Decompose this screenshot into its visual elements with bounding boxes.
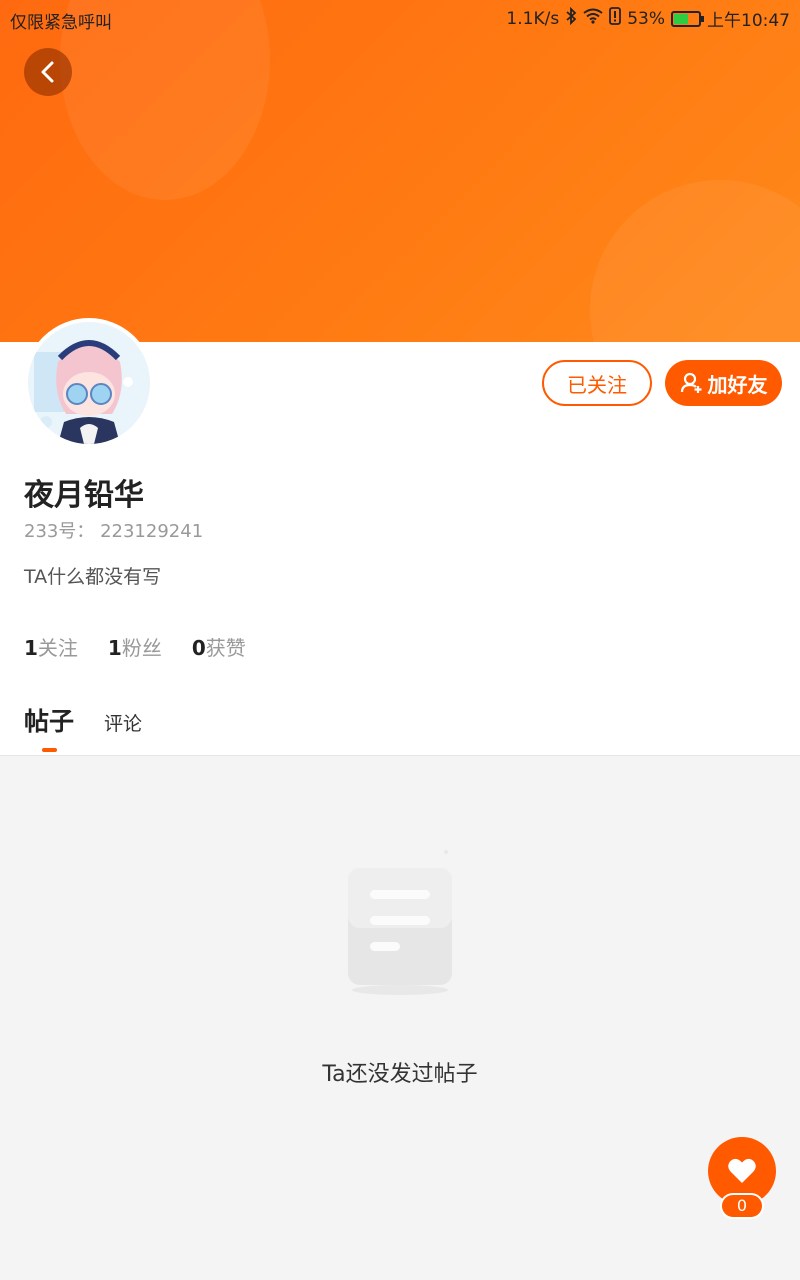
user-id: 233号： 223129241 [24, 521, 204, 542]
heart-icon [728, 1158, 756, 1183]
stat-following[interactable]: 1关注 [24, 632, 78, 661]
add-friend-button[interactable]: 加好友 [665, 360, 782, 406]
tab-indicator [42, 748, 57, 752]
bluetooth-icon [565, 6, 577, 30]
add-friend-label: 加好友 [707, 372, 768, 397]
empty-state-text: Ta还没发过帖子 [322, 1062, 478, 1087]
tab-posts-label: 帖子 [24, 707, 75, 736]
stat-number: 0 [191, 636, 206, 660]
battery-percent: 53% [627, 8, 665, 29]
username: 夜月铅华 [24, 478, 144, 513]
stat-likes[interactable]: 0获赞 [192, 632, 246, 661]
stat-number: 1 [107, 636, 122, 660]
carrier-text: 仅限紧急呼叫 [10, 13, 112, 33]
avatar[interactable] [24, 318, 154, 448]
profile-tabs: 帖子 评论 [24, 702, 142, 752]
stat-number: 1 [24, 636, 38, 660]
clock: 上午10:47 [707, 11, 790, 31]
tab-posts[interactable]: 帖子 [24, 702, 75, 752]
wifi-icon [583, 8, 603, 29]
stats-row: 1关注 1粉丝 0获赞 [24, 632, 246, 661]
network-speed: 1.1K/s [506, 8, 560, 29]
battery-icon [671, 10, 704, 27]
stat-label: 粉丝 [121, 636, 162, 660]
back-arrow-icon [41, 61, 54, 83]
stat-label: 获赞 [205, 636, 246, 660]
stat-label: 关注 [37, 636, 78, 660]
profile-header-banner [0, 0, 800, 342]
add-user-icon [680, 372, 701, 393]
user-bio: TA什么都没有写 [24, 566, 162, 588]
status-bar: 仅限紧急呼叫 1.1K/s 53% 上午10:47 [0, 0, 800, 36]
follow-button[interactable]: 已关注 [542, 360, 652, 406]
tabs-divider [0, 755, 800, 756]
back-button[interactable] [24, 48, 72, 96]
document-icon [340, 848, 460, 998]
like-count: 0 [720, 1193, 764, 1219]
stat-followers[interactable]: 1粉丝 [108, 632, 162, 661]
banner-decoration [590, 180, 800, 342]
alert-icon [609, 7, 622, 30]
tab-comments[interactable]: 评论 [104, 709, 142, 736]
